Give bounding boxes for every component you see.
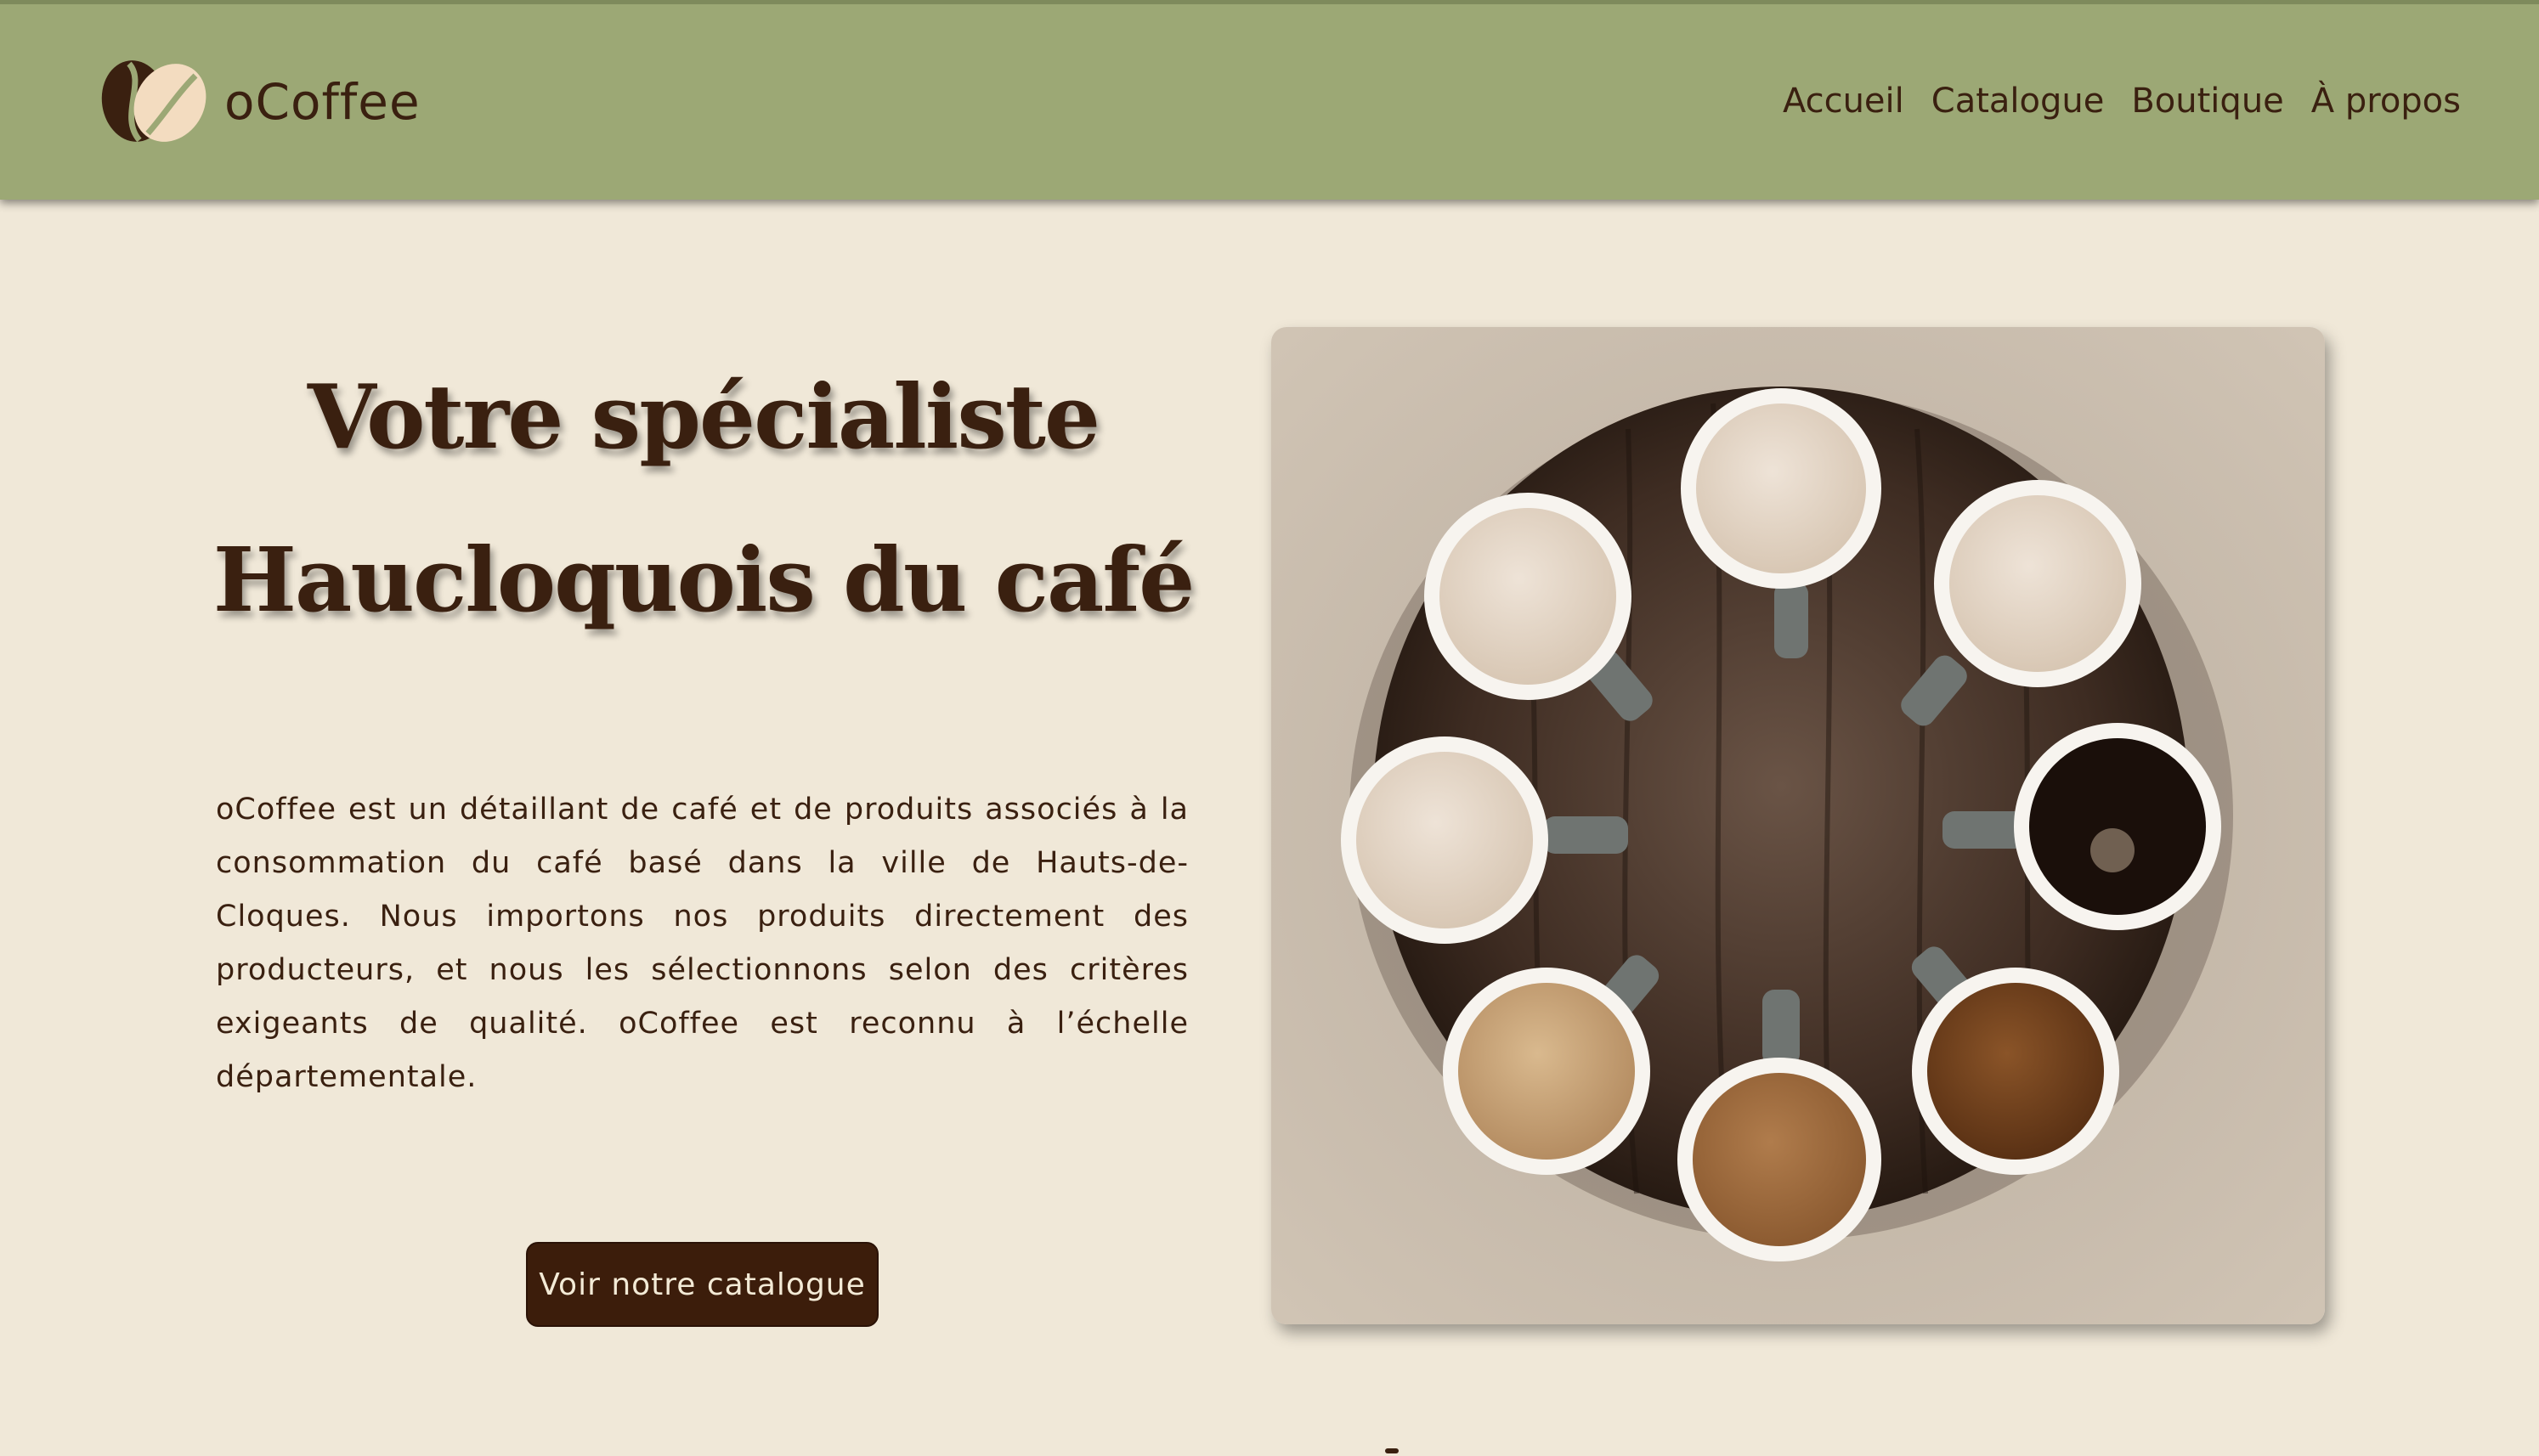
hero-title-line1: Votre spécialiste: [307, 364, 1100, 469]
coffee-beans-icon[interactable]: [95, 57, 211, 145]
hero-title-line2: Haucloquois du café: [212, 528, 1196, 632]
nav-boutique[interactable]: Boutique: [2131, 72, 2283, 130]
hero-image: [1271, 327, 2325, 1324]
catalogue-button[interactable]: Voir notre catalogue: [526, 1242, 879, 1327]
nav-a-propos[interactable]: À propos: [2311, 72, 2461, 130]
scroll-indicator: [1385, 1448, 1399, 1453]
hero-title: Votre spécialiste Haucloquois du café: [136, 336, 1270, 662]
site-header: oCoffee Accueil Catalogue Boutique À pro…: [0, 0, 2539, 200]
nav-catalogue[interactable]: Catalogue: [1931, 72, 2105, 130]
main-nav: Accueil Catalogue Boutique À propos: [1783, 72, 2461, 130]
coffee-cups-photo: [1271, 327, 2325, 1324]
hero-description: oCoffee est un détaillant de café et de …: [216, 793, 1189, 1094]
brand-name[interactable]: oCoffee: [224, 64, 421, 140]
nav-accueil[interactable]: Accueil: [1783, 72, 1904, 130]
